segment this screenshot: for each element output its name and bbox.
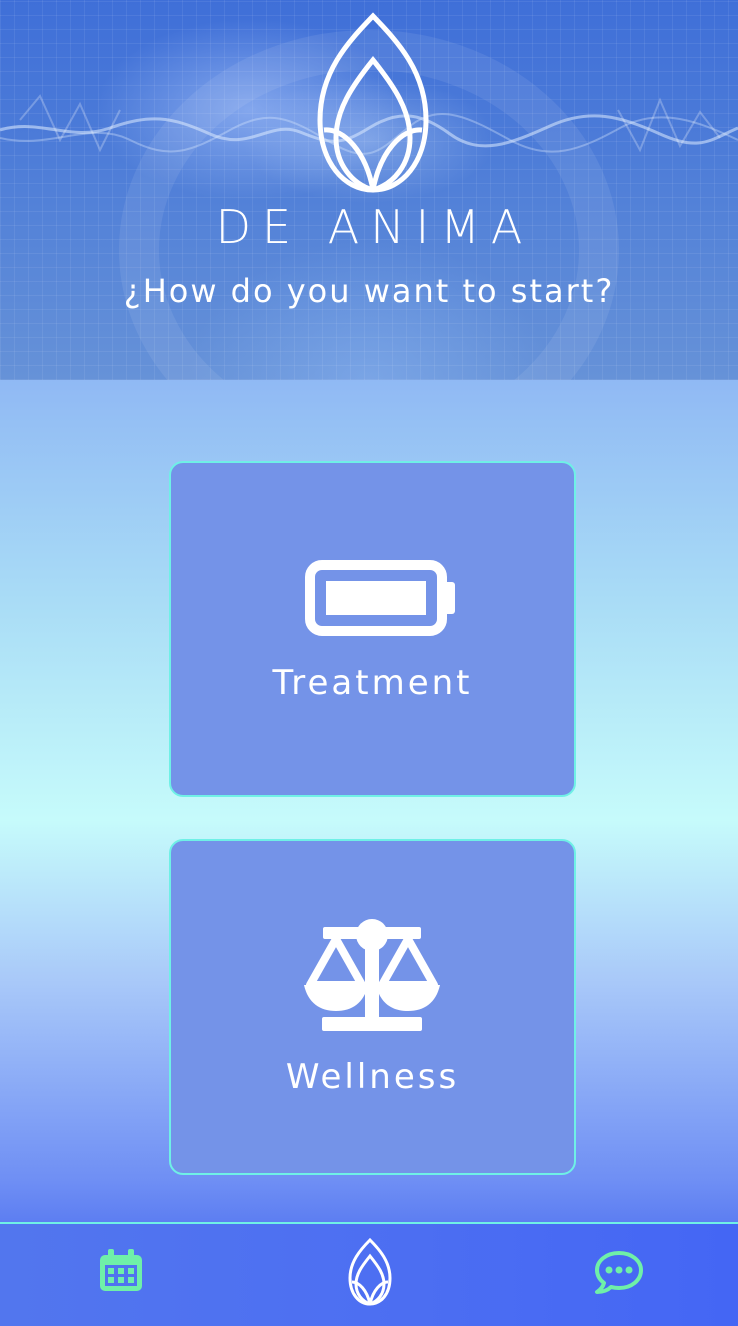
wellness-option-card[interactable]: Wellness (169, 839, 576, 1175)
app-title: DE ANIMA (215, 200, 534, 254)
calendar-icon[interactable] (97, 1248, 145, 1294)
hero-header: DE ANIMA ¿How do you want to start? (0, 0, 738, 380)
treatment-label: Treatment (272, 663, 473, 703)
chat-bubble-icon[interactable] (594, 1250, 644, 1294)
lotus-logo-icon[interactable] (347, 1238, 393, 1306)
treatment-option-card[interactable]: Treatment (169, 461, 576, 797)
page-subtitle: ¿How do you want to start? (123, 272, 615, 310)
bottom-tab-bar (0, 1222, 738, 1326)
wellness-label: Wellness (285, 1057, 460, 1097)
battery-icon (305, 560, 455, 636)
lotus-logo-icon (317, 12, 429, 193)
balance-scale-icon (304, 919, 440, 1031)
